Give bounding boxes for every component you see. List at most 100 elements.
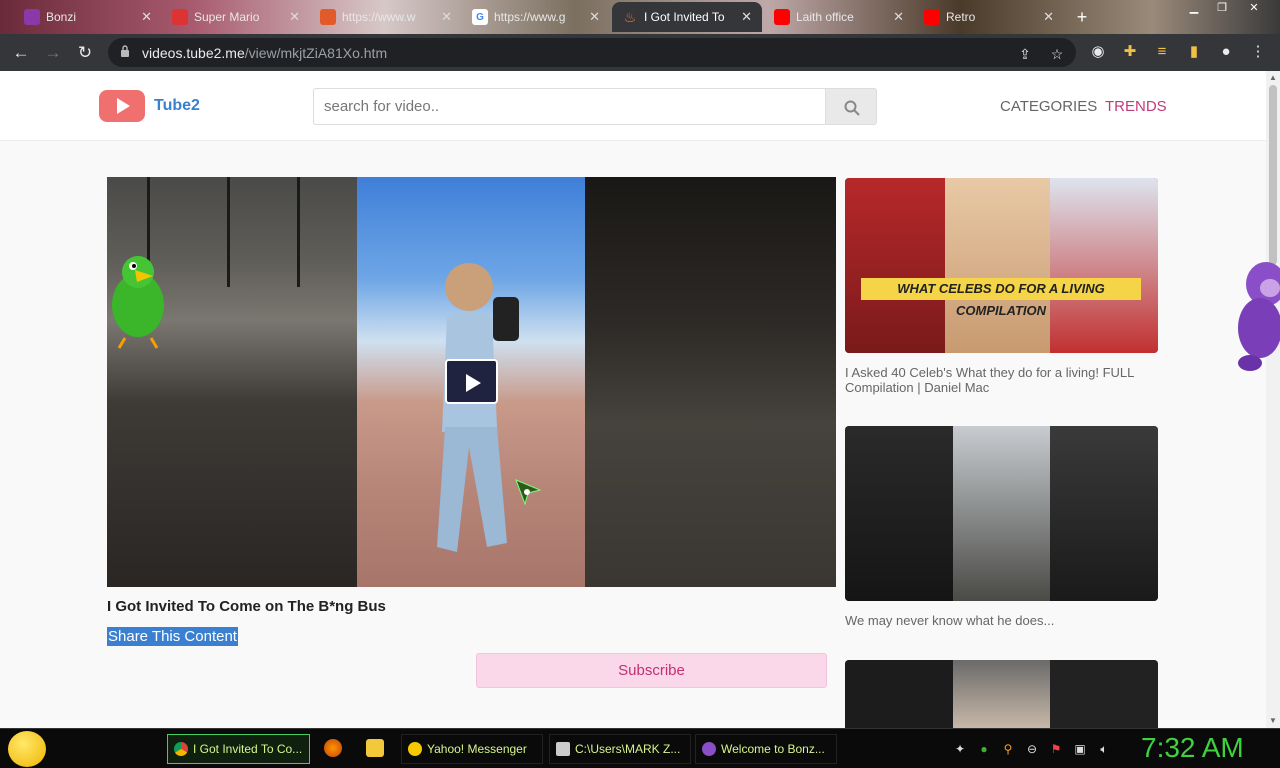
video-player[interactable] — [107, 177, 836, 587]
minimize-button[interactable]: ▁ — [1180, 0, 1208, 18]
browser-tab-strip: Bonzi ✕ Super Mario ✕ https://www.w ✕ G … — [0, 0, 1280, 34]
close-icon[interactable]: ✕ — [141, 9, 152, 25]
bonzi-buddy-character[interactable] — [1230, 258, 1280, 373]
palm-trunk — [227, 177, 230, 287]
person-figure — [437, 263, 519, 552]
taskbar-item-label: Welcome to Bonz... — [721, 742, 825, 756]
windows-taskbar: I Got Invited To Co... Yahoo! Messenger … — [0, 728, 1280, 768]
thumb-segment — [845, 426, 953, 601]
tab-label: Bonzi — [46, 10, 77, 24]
close-icon[interactable]: ✕ — [589, 9, 600, 25]
browser-tab[interactable]: Laith office ✕ — [764, 2, 914, 32]
sidebar-video-thumbnail[interactable] — [845, 660, 1158, 728]
scroll-down-arrow-icon[interactable]: ▼ — [1266, 714, 1280, 728]
profile-avatar-icon[interactable]: ● — [1216, 42, 1236, 62]
thumb-segment — [953, 660, 1050, 728]
tray-status-icon[interactable]: ⊖ — [1024, 741, 1040, 757]
flame-icon: ♨ — [623, 8, 637, 25]
youtube-icon — [774, 9, 790, 25]
close-icon[interactable]: ✕ — [741, 9, 752, 25]
taskbar-item[interactable]: I Got Invited To Co... — [167, 734, 310, 764]
extensions-puzzle-icon[interactable]: ✚ — [1120, 42, 1140, 62]
thumb-segment — [1050, 660, 1158, 728]
address-bar[interactable]: videos.tube2.me/view/mkjtZiA81Xo.htm ⇪ ☆ — [108, 38, 1076, 67]
browser-tab-active[interactable]: ♨ I Got Invited To ✕ — [612, 2, 762, 32]
mouse-cursor-icon — [515, 479, 542, 506]
site-logo-text[interactable]: Tube2 — [154, 97, 200, 115]
video-frame-left — [107, 177, 357, 587]
sidebar-video-title[interactable]: We may never know what he does... — [845, 613, 1158, 628]
taskbar-item[interactable]: Yahoo! Messenger — [401, 734, 543, 764]
tab-label: https://www.w — [342, 10, 416, 24]
lock-icon — [121, 45, 129, 57]
close-icon[interactable]: ✕ — [1043, 9, 1054, 25]
tab-label: https://www.g — [494, 10, 566, 24]
close-icon[interactable]: ✕ — [289, 9, 300, 25]
tray-flag-icon[interactable]: ⚑ — [1048, 741, 1064, 757]
browser-tab[interactable]: https://www.w ✕ — [310, 2, 462, 32]
start-button-smiley-icon[interactable] — [8, 731, 46, 767]
nav-categories[interactable]: CATEGORIES — [1000, 98, 1097, 115]
video-frame-right — [585, 177, 836, 587]
subscribe-button[interactable]: Subscribe — [476, 653, 827, 688]
tray-parrot-icon[interactable]: ● — [976, 741, 992, 757]
video-title: I Got Invited To Come on The B*ng Bus — [107, 598, 386, 615]
browser-tab[interactable]: Retro ✕ — [914, 2, 1064, 32]
tab-label: Super Mario — [194, 10, 260, 24]
palm-trunk — [297, 177, 300, 287]
sidebar-video-title[interactable]: I Asked 40 Celeb's What they do for a li… — [845, 365, 1158, 395]
menu-kebab-icon[interactable]: ⋮ — [1248, 42, 1268, 62]
folder-icon[interactable] — [366, 739, 384, 757]
forward-arrow-icon[interactable]: → — [40, 40, 66, 66]
close-icon[interactable]: ✕ — [893, 9, 904, 25]
window-close-button[interactable]: ✕ — [1240, 0, 1268, 18]
taskbar-item[interactable]: C:\Users\MARK Z... — [549, 734, 691, 764]
sidebar-video-thumbnail[interactable] — [845, 426, 1158, 601]
thumb-segment — [845, 660, 953, 728]
scroll-thumb[interactable] — [1269, 85, 1277, 265]
thumbnail-caption: WHAT CELEBS DO FOR A LIVING COMPILATION — [861, 278, 1141, 318]
parrot-mascot[interactable] — [103, 250, 173, 350]
reading-list-icon[interactable]: ≡ — [1152, 42, 1172, 62]
search-button[interactable] — [825, 88, 877, 125]
google-icon: G — [472, 9, 488, 25]
new-tab-button[interactable]: + — [1070, 6, 1094, 28]
share-icon[interactable]: ⇪ — [1016, 45, 1034, 63]
browser-tab[interactable]: G https://www.g ✕ — [462, 2, 610, 32]
browser-tab[interactable]: Super Mario ✕ — [162, 2, 310, 32]
page-scrollbar[interactable]: ▲ ▼ — [1266, 71, 1280, 728]
bonzi-icon — [24, 9, 40, 25]
taskbar-item-label: C:\Users\MARK Z... — [575, 742, 681, 756]
tray-search-icon[interactable]: ⚲ — [1000, 741, 1016, 757]
logo-play-icon[interactable] — [99, 90, 145, 122]
chrome-icon — [174, 742, 188, 756]
tab-label: Laith office — [796, 10, 854, 24]
nav-trends[interactable]: TRENDS — [1105, 98, 1167, 115]
search-input[interactable] — [313, 88, 826, 125]
browser-tab[interactable]: Bonzi ✕ — [14, 2, 162, 32]
side-panel-icon[interactable]: ▮ — [1184, 42, 1204, 62]
thumb-segment — [953, 426, 1050, 601]
firefox-icon[interactable] — [324, 739, 342, 757]
browser-toolbar: ← → ↻ videos.tube2.me/view/mkjtZiA81Xo.h… — [0, 34, 1280, 71]
share-content-link[interactable]: Share This Content — [107, 627, 238, 646]
taskbar-clock[interactable]: 7:32 AM — [1141, 732, 1244, 764]
site-header: Tube2 CATEGORIES TRENDS — [0, 71, 1266, 141]
tray-network-icon[interactable]: ▣ — [1072, 741, 1088, 757]
reload-icon[interactable]: ↻ — [72, 40, 98, 66]
bookmark-star-icon[interactable]: ☆ — [1048, 45, 1066, 63]
close-icon[interactable]: ✕ — [441, 9, 452, 25]
web-icon — [320, 9, 336, 25]
taskbar-item[interactable]: Welcome to Bonz... — [695, 734, 837, 764]
thumb-segment — [1050, 426, 1158, 601]
maximize-button[interactable]: ❐ — [1208, 0, 1236, 18]
thumb-segment — [845, 178, 945, 353]
scroll-up-arrow-icon[interactable]: ▲ — [1266, 71, 1280, 85]
back-arrow-icon[interactable]: ← — [8, 40, 34, 66]
sidebar-video-thumbnail[interactable]: WHAT CELEBS DO FOR A LIVING COMPILATION — [845, 178, 1158, 353]
taskbar-item-label: Yahoo! Messenger — [427, 742, 527, 756]
play-button[interactable] — [445, 359, 498, 404]
extension-flag-icon[interactable]: ◉ — [1088, 42, 1108, 62]
tray-volume-icon[interactable]: 🔈︎ — [1096, 741, 1112, 757]
tray-bonzi-icon[interactable]: ✦ — [952, 741, 968, 757]
